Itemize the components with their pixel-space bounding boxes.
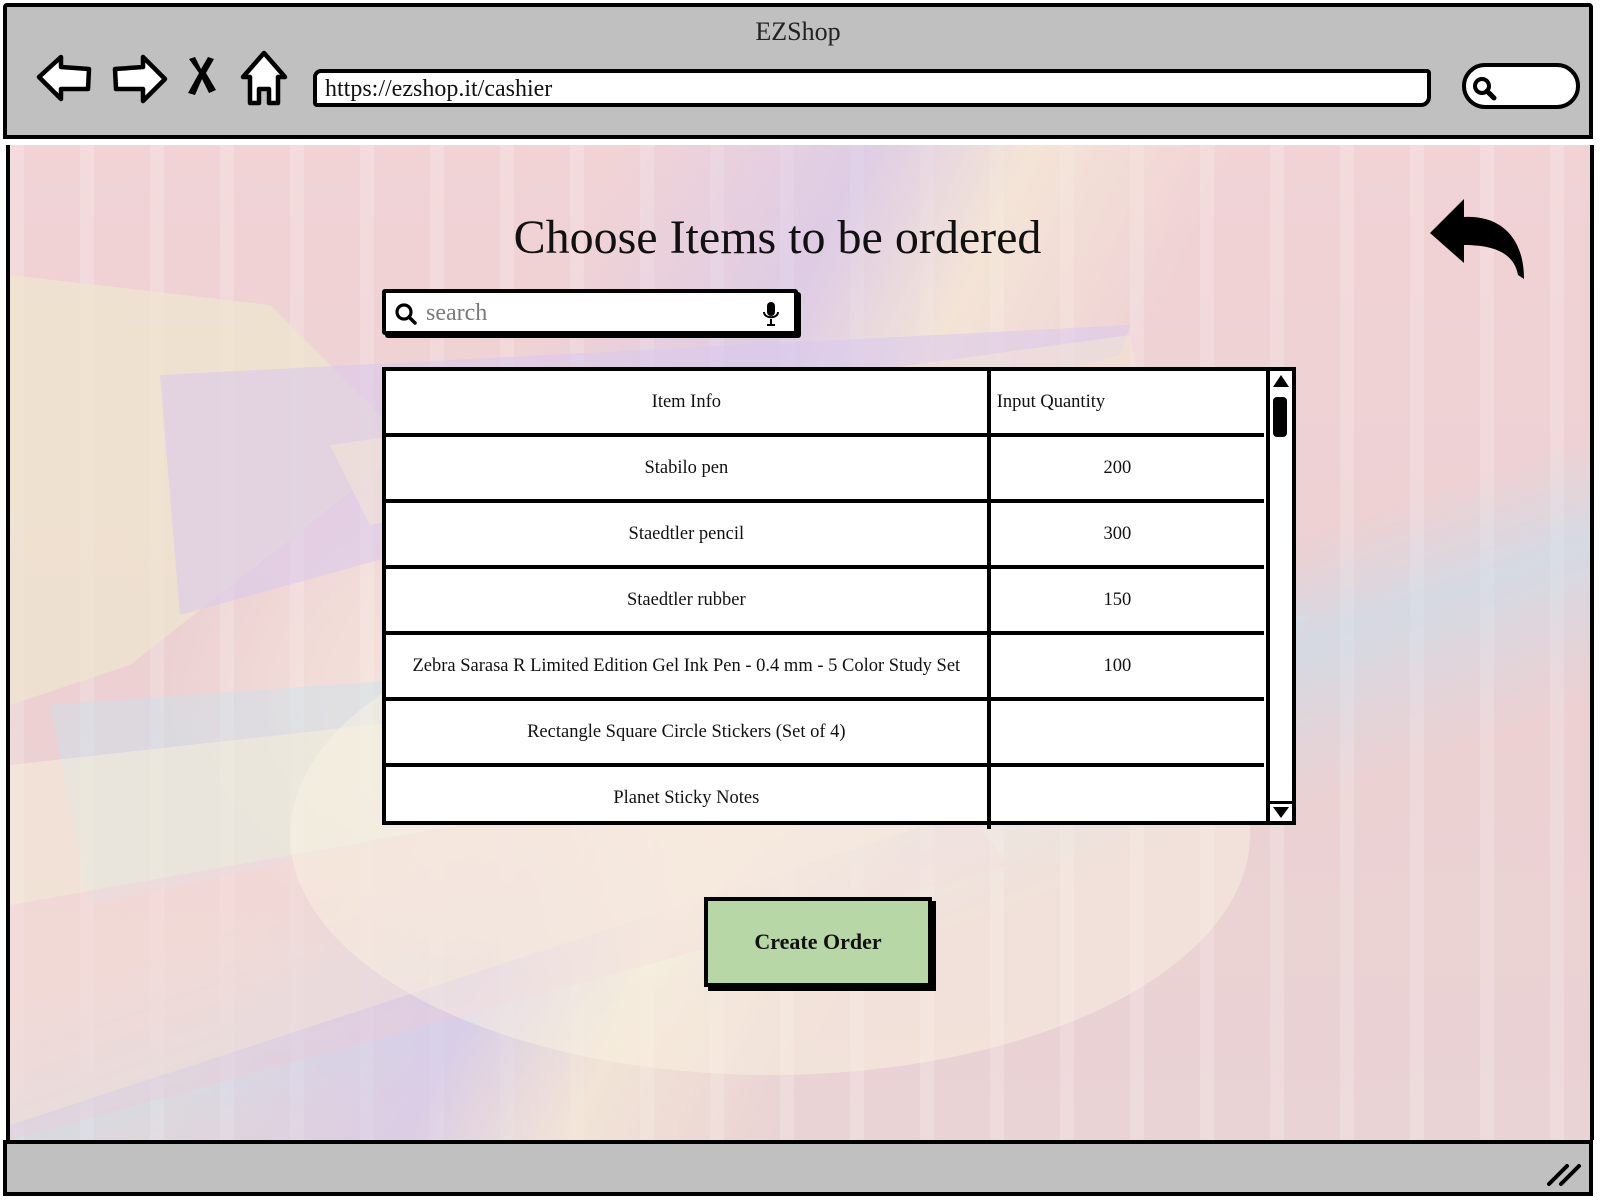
quantity-input[interactable] <box>989 765 1264 829</box>
browser-toolbar: EZShop https://ezshop.it/cashier <box>3 3 1593 139</box>
search-input[interactable] <box>424 295 748 331</box>
table-row[interactable]: Zebra Sarasa R Limited Edition Gel Ink P… <box>386 633 1264 701</box>
address-bar[interactable]: https://ezshop.it/cashier <box>313 69 1431 107</box>
table-row[interactable]: Staedtler rubber 150 <box>386 567 1264 635</box>
column-header-item-info: Item Info <box>386 371 991 437</box>
quantity-input[interactable] <box>988 699 1264 767</box>
table-row[interactable]: Planet Sticky Notes <box>386 765 1264 829</box>
resize-grip-icon[interactable] <box>1545 1158 1583 1188</box>
item-info-cell: Staedtler pencil <box>386 501 991 569</box>
search-icon <box>395 303 417 325</box>
forward-icon[interactable] <box>107 47 171 111</box>
item-info-cell: Zebra Sarasa R Limited Edition Gel Ink P… <box>386 633 991 701</box>
quantity-input[interactable]: 100 <box>988 633 1264 701</box>
items-table: Item Info Input Quantity Stabilo pen 200… <box>382 367 1296 829</box>
create-order-button[interactable]: Create Order <box>704 897 932 987</box>
browser-window: EZShop https://ezshop.it/cashier Choose … <box>0 0 1600 1200</box>
search-field[interactable] <box>382 289 798 335</box>
item-info-cell: Planet Sticky Notes <box>386 765 991 829</box>
close-icon[interactable] <box>179 47 223 111</box>
scroll-down-button[interactable] <box>1270 801 1292 821</box>
quantity-input[interactable]: 200 <box>988 435 1264 503</box>
vertical-scrollbar[interactable] <box>1266 371 1292 821</box>
quantity-input[interactable]: 300 <box>988 501 1264 569</box>
item-info-cell: Rectangle Square Circle Stickers (Set of… <box>386 699 991 767</box>
scroll-down-icon <box>1273 807 1289 818</box>
microphone-icon[interactable] <box>762 301 780 327</box>
table-header-row: Item Info Input Quantity <box>386 371 1264 437</box>
status-bar <box>3 1140 1593 1196</box>
table-row[interactable]: Stabilo pen 200 <box>386 435 1264 503</box>
page-title: Choose Items to be ordered <box>513 211 1042 264</box>
item-info-cell: Staedtler rubber <box>386 567 991 635</box>
undo-arrow-icon[interactable] <box>1428 195 1528 290</box>
scrollbar-thumb[interactable] <box>1273 397 1287 437</box>
items-grid: Item Info Input Quantity Stabilo pen 200… <box>386 371 1264 829</box>
table-row[interactable]: Staedtler pencil 300 <box>386 501 1264 569</box>
table-row[interactable]: Rectangle Square Circle Stickers (Set of… <box>386 699 1264 767</box>
page-content: Choose Items to be ordered search Item I… <box>6 145 1594 1140</box>
search-icon <box>1473 77 1497 101</box>
quantity-input[interactable]: 150 <box>988 567 1264 635</box>
browser-search-field[interactable] <box>1462 63 1580 109</box>
item-info-cell: Stabilo pen <box>386 435 991 503</box>
column-header-input-quantity: Input Quantity <box>988 371 1264 437</box>
back-icon[interactable] <box>33 47 97 111</box>
window-title: EZShop <box>755 17 841 46</box>
scroll-up-icon[interactable] <box>1272 373 1290 389</box>
home-icon[interactable] <box>237 47 291 111</box>
